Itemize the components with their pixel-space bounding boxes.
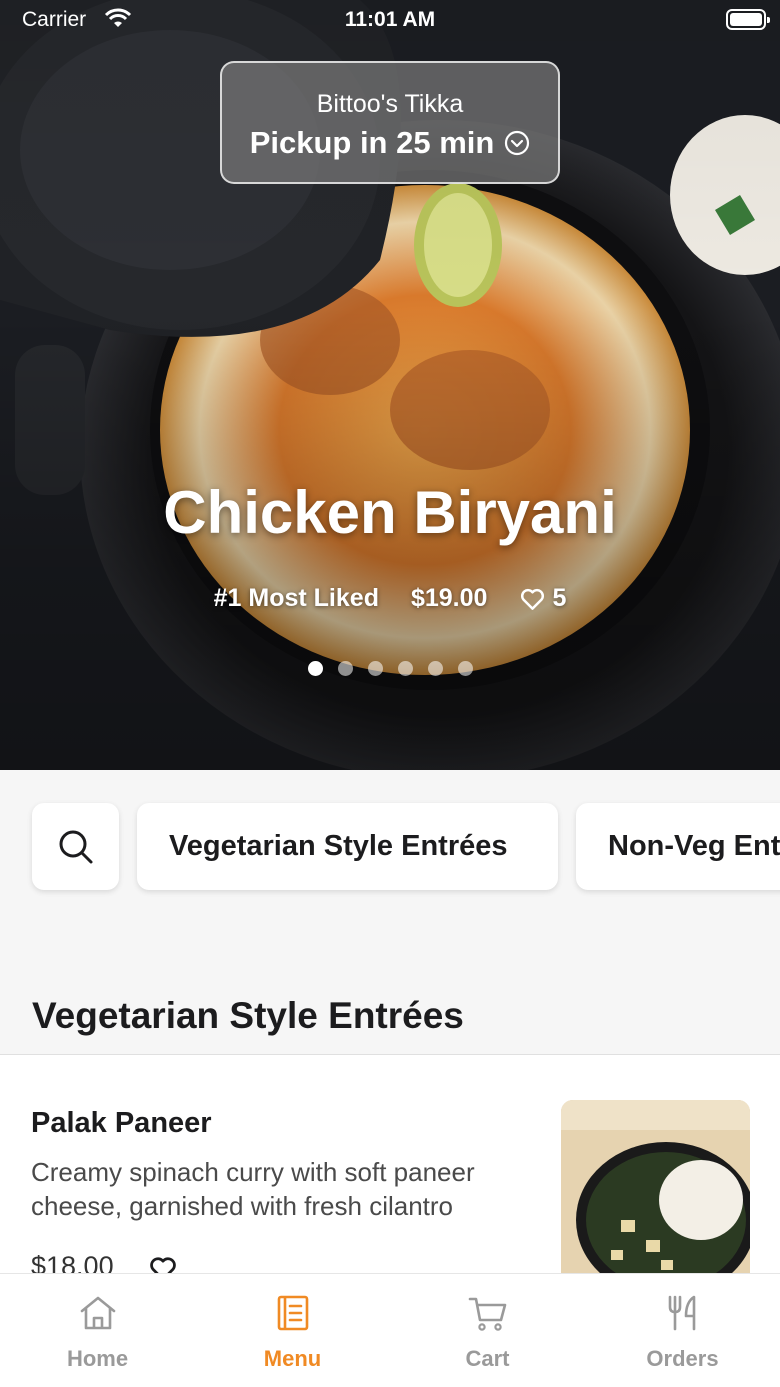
category-chip-vegetarian[interactable]: Vegetarian Style Entrées <box>137 803 558 890</box>
tab-orders-label: Orders <box>646 1346 719 1371</box>
menu-item-name: Palak Paneer <box>31 1107 212 1139</box>
heart-icon <box>521 588 545 610</box>
chevron-down-circle-icon <box>505 130 530 156</box>
pickup-selector[interactable]: Bittoo's Tikka Pickup in 25 min <box>220 61 560 184</box>
search-button[interactable] <box>32 803 119 890</box>
status-bar: Carrier 11:01 AM <box>0 0 780 40</box>
home-icon <box>80 1296 115 1330</box>
menu-item-description: Creamy spinach curry with soft paneer ch… <box>31 1157 475 1221</box>
like-count-value: 5 <box>552 584 567 612</box>
menu-book-icon <box>277 1295 308 1331</box>
tab-bar: Home Menu Cart Orders <box>0 1273 780 1387</box>
tab-cart[interactable]: Cart <box>390 1274 585 1387</box>
menu-item[interactable]: Palak Paneer Creamy spinach curry with s… <box>0 1055 780 1295</box>
featured-dish-meta: #1 Most Liked $19.00 5 <box>0 584 780 613</box>
like-count[interactable]: 5 <box>519 584 566 613</box>
tab-menu-label: Menu <box>263 1346 322 1371</box>
tab-home-label: Home <box>66 1346 129 1371</box>
fork-knife-icon <box>668 1295 695 1331</box>
tab-home[interactable]: Home <box>0 1274 195 1387</box>
carousel-indicator[interactable] <box>0 661 780 676</box>
carousel-dot[interactable] <box>427 661 443 676</box>
cart-icon <box>468 1297 506 1331</box>
carousel-dot[interactable] <box>397 661 413 676</box>
carousel-dot[interactable] <box>457 661 473 676</box>
carousel-dot[interactable] <box>337 661 353 676</box>
pickup-time: Pickup in 25 min <box>249 125 495 160</box>
section-title: Vegetarian Style Entrées <box>32 995 464 1036</box>
palak-paneer-photo <box>561 1100 750 1295</box>
category-bar: Vegetarian Style Entrées Non-Veg Entrées <box>0 770 780 965</box>
clock: 11:01 AM <box>344 8 436 31</box>
search-icon <box>59 830 92 863</box>
featured-dish-title: Chicken Biryani <box>163 479 617 546</box>
restaurant-name: Bittoo's Tikka <box>316 90 464 118</box>
carousel-dot[interactable] <box>367 661 383 676</box>
category-chip-non-veg[interactable]: Non-Veg Entrées <box>576 803 780 890</box>
tab-cart-label: Cart <box>465 1346 510 1371</box>
carousel-dot[interactable] <box>307 661 323 676</box>
featured-price: $19.00 <box>410 584 488 612</box>
rank-badge: #1 Most Liked <box>213 584 379 612</box>
featured-hero[interactable]: Carrier 11:01 AM Bittoo's Tikka Pickup i… <box>0 0 780 770</box>
battery-icon <box>726 9 770 30</box>
tab-menu[interactable]: Menu <box>195 1274 390 1387</box>
tab-orders[interactable]: Orders <box>585 1274 780 1387</box>
